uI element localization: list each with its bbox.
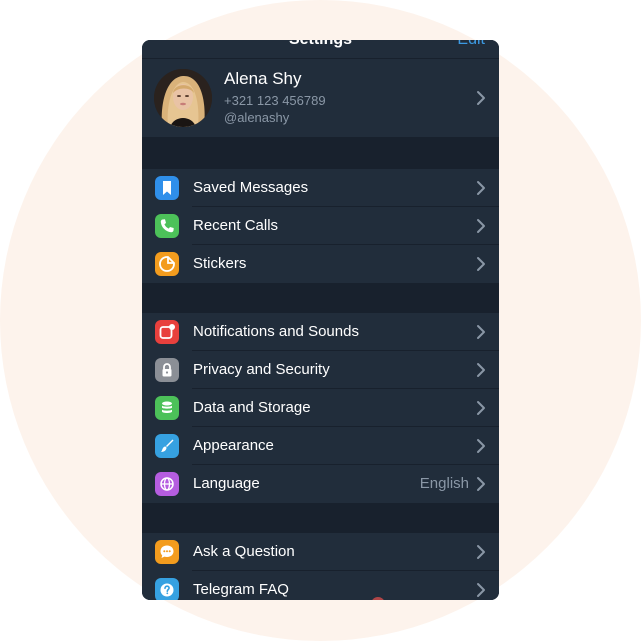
navigation-bar: Settings Edit: [142, 40, 499, 59]
question-icon: [155, 578, 179, 600]
profile-username: @alenashy: [224, 110, 290, 125]
row-privacy[interactable]: Privacy and Security: [142, 351, 499, 389]
row-label: Language: [193, 475, 260, 492]
row-telegram-faq[interactable]: Telegram FAQ: [142, 571, 499, 600]
phone-icon: [155, 214, 179, 238]
row-stickers[interactable]: Stickers: [142, 245, 499, 283]
chevron-right-icon: [477, 401, 485, 415]
globe-icon: [155, 472, 179, 496]
row-label: Saved Messages: [193, 179, 309, 196]
chevron-right-icon: [477, 325, 485, 339]
row-saved-messages[interactable]: Saved Messages: [142, 169, 499, 207]
row-label: Appearance: [193, 437, 274, 454]
sticker-icon: [155, 252, 179, 276]
chevron-right-icon: [477, 545, 485, 559]
row-label: Data and Storage: [193, 399, 311, 416]
chevron-right-icon: [477, 219, 485, 233]
settings-group-help: Ask a Question Telegram FAQ: [142, 533, 499, 600]
row-appearance[interactable]: Appearance: [142, 427, 499, 465]
notifications-icon: [155, 320, 179, 344]
row-ask-question[interactable]: Ask a Question: [142, 533, 499, 571]
language-value: English: [419, 475, 469, 492]
row-label: Notifications and Sounds: [193, 323, 359, 340]
profile-row[interactable]: Alena Shy +321 123 456789 @alenashy: [142, 59, 499, 137]
page-title: Settings: [142, 40, 499, 49]
row-language[interactable]: Language English: [142, 465, 499, 503]
chevron-right-icon: [477, 583, 485, 597]
row-data-storage[interactable]: Data and Storage: [142, 389, 499, 427]
row-recent-calls[interactable]: Recent Calls: [142, 207, 499, 245]
row-label: Recent Calls: [193, 217, 279, 234]
bookmark-icon: [155, 176, 179, 200]
chevron-right-icon: [477, 363, 485, 377]
row-label: Stickers: [193, 255, 247, 272]
profile-phone: +321 123 456789: [224, 93, 326, 108]
chevron-right-icon: [477, 439, 485, 453]
chevron-right-icon: [477, 477, 485, 491]
brush-icon: [155, 434, 179, 458]
chevron-right-icon: [477, 257, 485, 271]
chevron-right-icon: [477, 91, 485, 105]
settings-group-main: Saved Messages Recent Calls Stickers: [142, 169, 499, 283]
row-label: Privacy and Security: [193, 361, 330, 378]
chevron-right-icon: [477, 181, 485, 195]
avatar: [154, 69, 212, 127]
row-label: Telegram FAQ: [193, 581, 289, 598]
settings-screen: Settings Edit Alena Shy +321 123 456789 …: [142, 40, 499, 600]
lock-icon: [155, 358, 179, 382]
profile-name: Alena Shy: [224, 69, 302, 88]
edit-button[interactable]: Edit: [457, 40, 485, 49]
settings-group-preferences: Notifications and Sounds Privacy and Sec…: [142, 313, 499, 503]
database-icon: [155, 396, 179, 420]
row-label: Ask a Question: [193, 543, 295, 560]
chat-icon: [155, 540, 179, 564]
row-notifications[interactable]: Notifications and Sounds: [142, 313, 499, 351]
